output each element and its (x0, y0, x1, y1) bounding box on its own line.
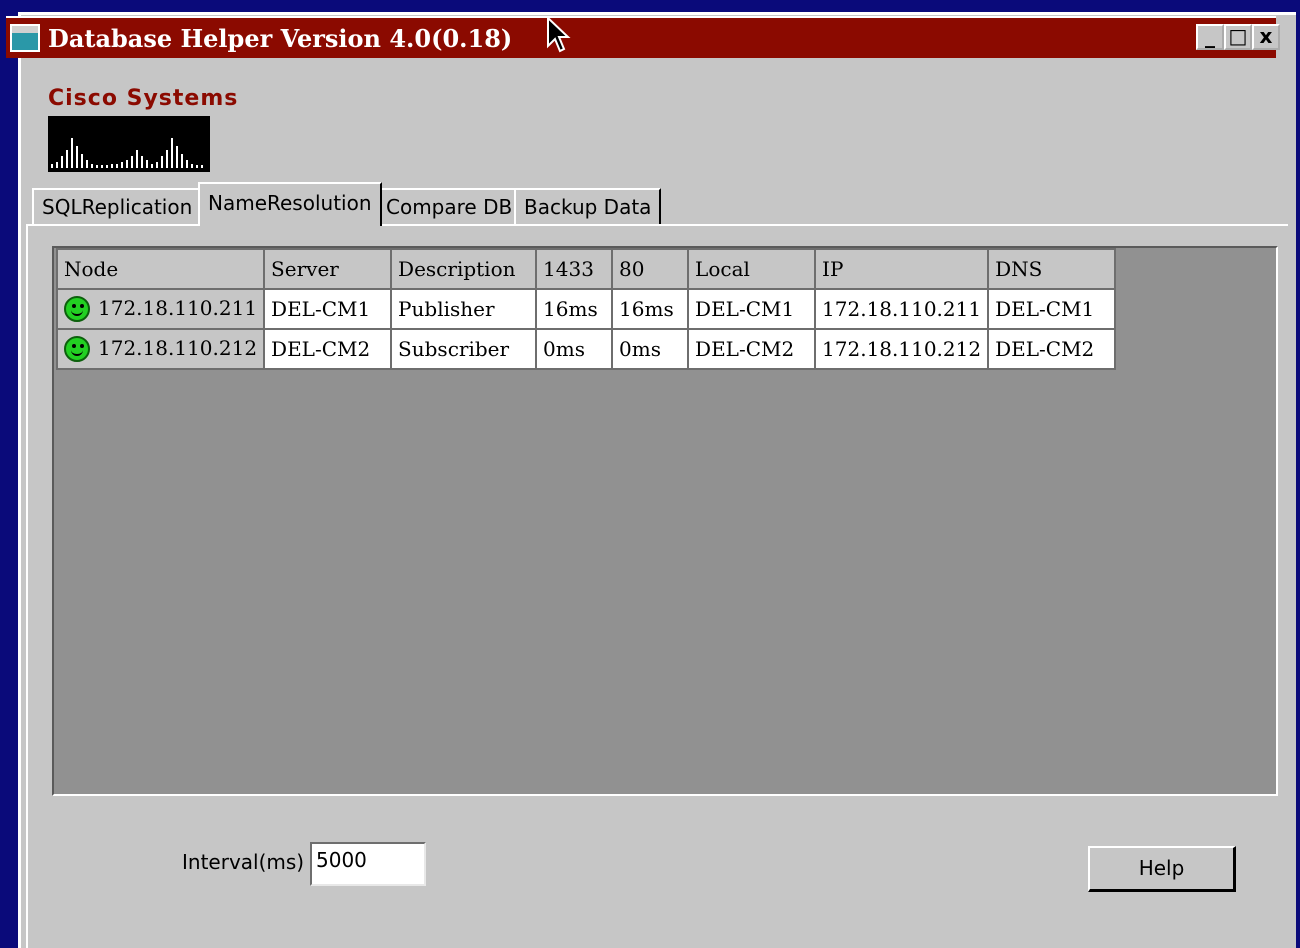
node-cell[interactable]: 172.18.110.212 (55, 328, 266, 370)
cisco-logo-text: Cisco Systems (48, 86, 239, 111)
close-button[interactable]: x (1252, 24, 1280, 50)
dns-cell[interactable]: DEL-CM2 (987, 328, 1117, 370)
port-80-cell[interactable]: 16ms (611, 288, 690, 330)
local-cell[interactable]: DEL-CM2 (687, 328, 817, 370)
ip-cell[interactable]: 172.18.110.211 (814, 288, 990, 330)
mouse-cursor-icon (546, 15, 572, 60)
tab-nameresolution[interactable]: NameResolution (198, 182, 382, 226)
column-header-ip[interactable]: IP (814, 248, 990, 290)
cisco-logo-bars-icon (48, 116, 210, 172)
column-header-dns[interactable]: DNS (987, 248, 1117, 290)
tab-backup-data[interactable]: Backup Data (514, 188, 662, 224)
node-address: 172.18.110.211 (98, 295, 258, 320)
ip-cell[interactable]: 172.18.110.212 (814, 328, 990, 370)
desktop-edge-top (0, 0, 1300, 12)
maximize-button[interactable]: □ (1224, 24, 1252, 50)
table-header-row: Node Server Description 1433 80 Local IP… (55, 248, 1117, 290)
minimize-button[interactable]: _ (1196, 24, 1224, 50)
table-row[interactable]: 172.18.110.212 DEL-CM2 Subscriber 0ms 0m… (55, 328, 1117, 370)
node-address: 172.18.110.212 (98, 335, 258, 360)
smiley-ok-icon (64, 336, 90, 363)
name-resolution-table: Node Server Description 1433 80 Local IP… (55, 248, 1117, 370)
node-cell[interactable]: 172.18.110.211 (55, 288, 266, 330)
window-title: Database Helper Version 4.0(0.18) (48, 24, 513, 53)
server-cell[interactable]: DEL-CM1 (263, 288, 393, 330)
interval-label: Interval(ms) (182, 850, 305, 874)
description-cell[interactable]: Publisher (390, 288, 538, 330)
dns-cell[interactable]: DEL-CM1 (987, 288, 1117, 330)
desktop-edge-right (1296, 0, 1300, 948)
tab-sqlreplication[interactable]: SQLReplication (32, 188, 203, 224)
title-bar[interactable]: Database Helper Version 4.0(0.18) _ □ x (6, 16, 1280, 58)
port-1433-cell[interactable]: 16ms (535, 288, 614, 330)
column-header-node[interactable]: Node (55, 248, 266, 290)
app-icon[interactable] (10, 24, 40, 52)
table-row[interactable]: 172.18.110.211 DEL-CM1 Publisher 16ms 16… (55, 288, 1117, 330)
server-cell[interactable]: DEL-CM2 (263, 328, 393, 370)
local-cell[interactable]: DEL-CM1 (687, 288, 817, 330)
tab-compare-db[interactable]: Compare DB (376, 188, 523, 224)
smiley-ok-icon (64, 296, 90, 323)
desktop-edge-left (0, 0, 18, 948)
column-header-local[interactable]: Local (687, 248, 817, 290)
column-header-80[interactable]: 80 (611, 248, 690, 290)
interval-input[interactable]: 5000 (310, 842, 426, 886)
column-header-description[interactable]: Description (390, 248, 538, 290)
column-header-1433[interactable]: 1433 (535, 248, 614, 290)
description-cell[interactable]: Subscriber (390, 328, 538, 370)
port-1433-cell[interactable]: 0ms (535, 328, 614, 370)
help-button[interactable]: Help (1088, 846, 1236, 892)
port-80-cell[interactable]: 0ms (611, 328, 690, 370)
column-header-server[interactable]: Server (263, 248, 393, 290)
